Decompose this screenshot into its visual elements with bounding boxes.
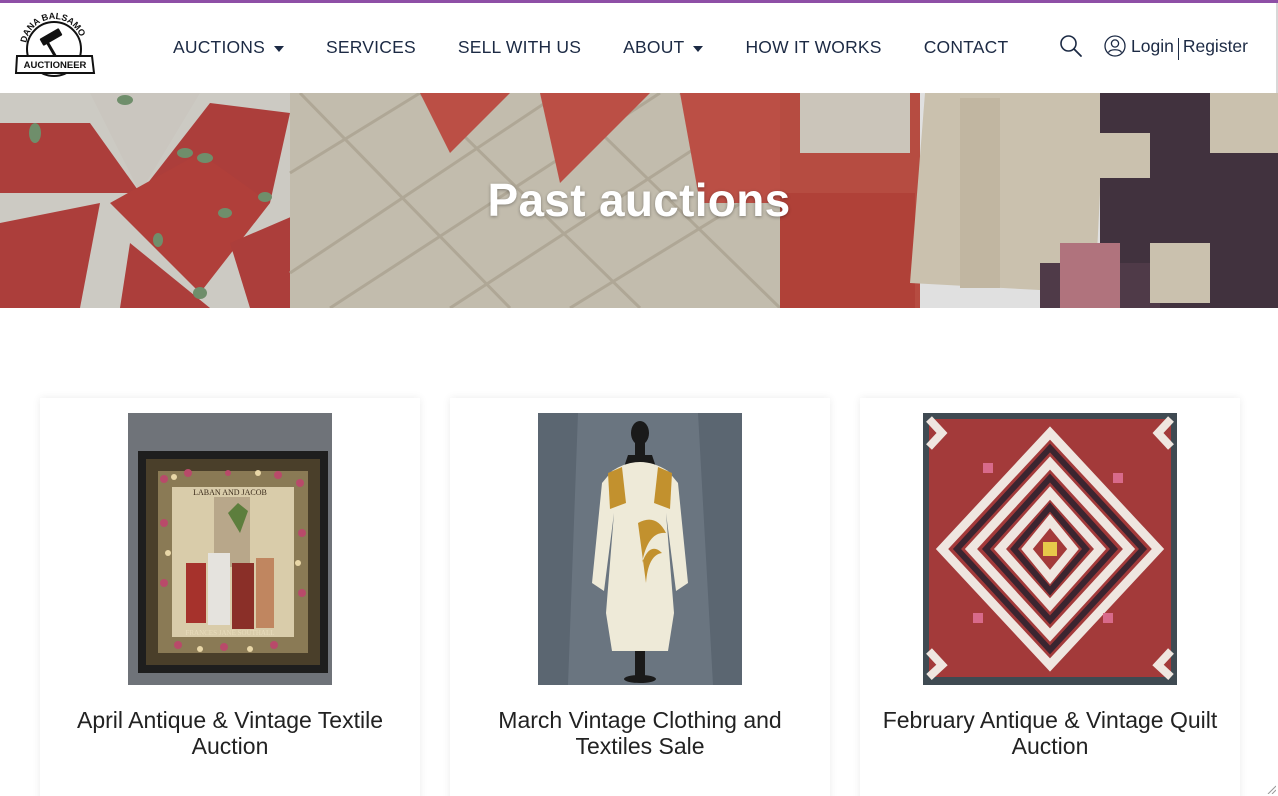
auction-thumbnail[interactable] [538,413,742,685]
auction-card[interactable]: March Vintage Clothing and Textiles Sale [450,398,830,796]
auction-title[interactable]: March Vintage Clothing and Textiles Sale [460,707,820,759]
nav-contact[interactable]: CONTACT [924,37,1009,58]
nav-services-label: SERVICES [326,37,416,57]
resize-grip-icon[interactable] [1266,784,1276,794]
site-header: DANA BALSAMO AUCTIONEER AUCTIONS SERVICE… [0,3,1278,93]
nav-auctions[interactable]: AUCTIONS [173,37,285,58]
chevron-down-icon [693,45,704,52]
nav-sell-with-us[interactable]: SELL WITH US [458,37,581,58]
nav-contact-label: CONTACT [923,37,1009,57]
account-links: Login Register [1104,35,1248,60]
search-button[interactable] [1058,33,1084,59]
auction-title[interactable]: April Antique & Vintage Textile Auction [50,707,410,759]
login-link[interactable]: Login [1131,36,1174,57]
nav-auctions-label: AUCTIONS [173,37,266,57]
user-icon [1104,35,1126,57]
logo-banner-text: AUCTIONEER [24,60,87,71]
thumbnail-text-top: LABAN AND JACOB [193,488,267,497]
search-icon [1060,35,1082,57]
auction-thumbnail[interactable] [923,413,1177,685]
nav-sell-with-us-label: SELL WITH US [457,37,582,57]
page-title: Past auctions [487,174,791,226]
nav-how-it-works-label: HOW IT WORKS [745,37,882,57]
nav-how-it-works[interactable]: HOW IT WORKS [745,37,881,58]
auction-card[interactable]: LABAN AND JACOB FRANCES JANE SOUTHALL Ap… [40,398,420,796]
auction-title[interactable]: February Antique & Vintage Quilt Auction [870,707,1230,759]
divider [1177,38,1179,60]
auction-thumbnail[interactable]: LABAN AND JACOB FRANCES JANE SOUTHALL [128,413,332,685]
nav-services[interactable]: SERVICES [326,37,416,58]
nav-about-label: ABOUT [623,37,685,57]
site-logo[interactable]: DANA BALSAMO AUCTIONEER [14,11,96,83]
auction-card[interactable]: February Antique & Vintage Quilt Auction [860,398,1240,796]
chevron-down-icon [274,45,285,52]
register-link[interactable]: Register [1183,36,1248,57]
nav-about[interactable]: ABOUT [623,37,704,58]
main-nav: AUCTIONS SERVICES SELL WITH US ABOUT HOW… [173,37,1050,58]
thumbnail-text-bottom: FRANCES JANE SOUTHALL [185,629,274,637]
hero-banner: Past auctions [0,93,1278,308]
